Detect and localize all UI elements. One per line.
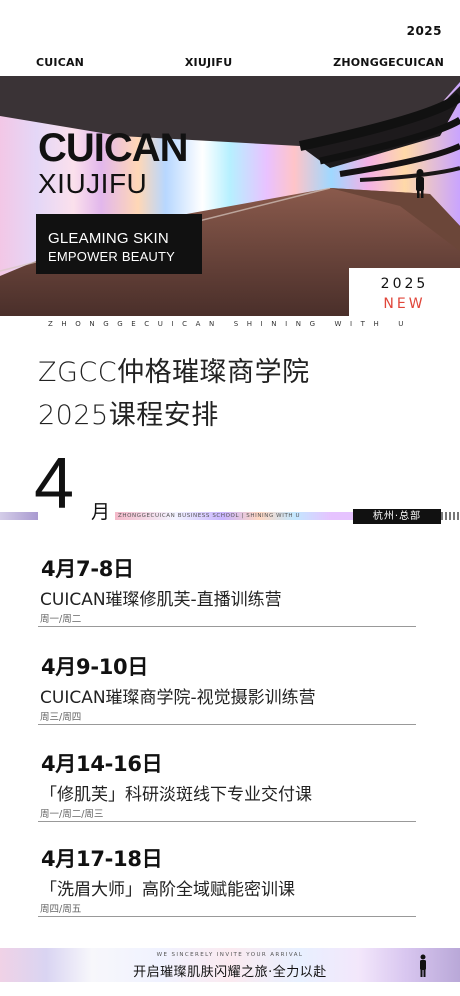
walker-icon bbox=[420, 954, 426, 977]
footer-small-text: WE SINCERELY INVITE YOUR ARRIVAL bbox=[156, 952, 304, 958]
nav-item-zhonggecuican: ZHONGGECUICAN bbox=[333, 56, 444, 69]
course-title: 「修肌芙」科研淡斑线下专业交付课 bbox=[40, 785, 312, 805]
nav-item-cuican: CUICAN bbox=[36, 56, 85, 69]
nav-item-xiujifu: XIUJIFU bbox=[184, 56, 233, 69]
course-title: 「洗眉大师」高阶全域赋能密训课 bbox=[40, 880, 295, 900]
course-date: 4月17-18日 bbox=[41, 847, 163, 871]
slogan-line-1: GLEAMING SKIN bbox=[48, 230, 169, 247]
new-badge: 2025 NEW bbox=[349, 268, 460, 316]
badge-new: NEW bbox=[383, 296, 426, 312]
course-days: 周一/周二/周三 bbox=[40, 809, 104, 820]
slogan-line-2: EMPOWER BEAUTY bbox=[48, 249, 176, 264]
month-band-end bbox=[441, 512, 460, 520]
course-date: 4月9-10日 bbox=[41, 655, 149, 679]
slogan-box: GLEAMING SKIN EMPOWER BEAUTY bbox=[36, 214, 202, 274]
top-nav: CUICAN XIUJIFU ZHONGGECUICAN bbox=[36, 56, 444, 72]
divider bbox=[38, 626, 416, 627]
month-band-text: ZHONGGECUICAN BUSINESS SCHOOL | SHINING … bbox=[118, 513, 301, 519]
divider bbox=[38, 916, 416, 917]
footer-banner: WE SINCERELY INVITE YOUR ARRIVAL 开启璀璨肌肤闪… bbox=[0, 948, 460, 982]
course-days: 周一/周二 bbox=[40, 614, 82, 625]
location-badge: 杭州·总部 bbox=[353, 509, 441, 524]
page-title: ZGCC仲格璀璨商学院 bbox=[38, 357, 310, 388]
course-days: 周四/周五 bbox=[40, 904, 82, 915]
hero-subtitle: XIUJIFU bbox=[38, 168, 148, 199]
course-days: 周三/周四 bbox=[40, 712, 82, 723]
month-unit: 月 bbox=[91, 501, 111, 523]
course-title: CUICAN璀璨商学院-视觉摄影训练营 bbox=[40, 688, 316, 708]
course-date: 4月14-16日 bbox=[41, 752, 163, 776]
hero-title: CUICAN bbox=[38, 126, 189, 170]
tagline: ZHONGGECUICAN SHINING WITH U bbox=[48, 320, 412, 328]
month-band-left bbox=[0, 512, 38, 520]
course-date: 4月7-8日 bbox=[41, 557, 134, 581]
footer-slogan: 开启璀璨肌肤闪耀之旅·全力以赴 bbox=[133, 965, 327, 980]
divider bbox=[38, 821, 416, 822]
month-number: 4 bbox=[34, 444, 75, 524]
year-label: 2025 bbox=[406, 24, 442, 38]
divider bbox=[38, 724, 416, 725]
page-subtitle: 2025课程安排 bbox=[38, 400, 219, 431]
badge-year: 2025 bbox=[380, 276, 429, 292]
course-title: CUICAN璀璨修肌芙-直播训练营 bbox=[40, 590, 282, 610]
